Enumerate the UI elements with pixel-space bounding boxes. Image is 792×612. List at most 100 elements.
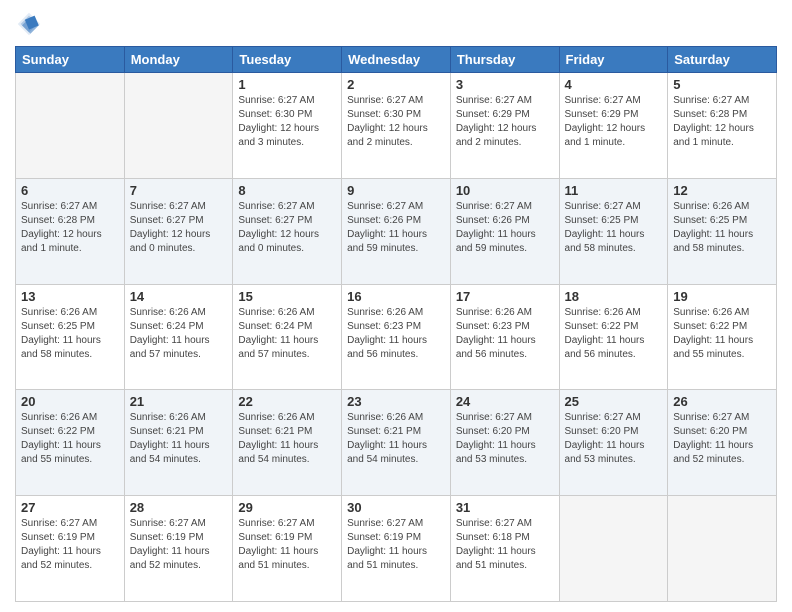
calendar-cell: 8 Sunrise: 6:27 AM Sunset: 6:27 PM Daylig… — [233, 178, 342, 284]
day-info: Sunrise: 6:27 AM Sunset: 6:20 PM Dayligh… — [565, 411, 663, 467]
day-number: 28 — [130, 500, 228, 515]
calendar-cell: 27 Sunrise: 6:27 AM Sunset: 6:19 PM Dayli… — [16, 496, 125, 602]
day-number: 9 — [347, 183, 445, 198]
day-info: Sunrise: 6:26 AM Sunset: 6:23 PM Dayligh… — [456, 306, 554, 362]
day-info: Sunrise: 6:26 AM Sunset: 6:21 PM Dayligh… — [238, 411, 336, 467]
calendar-cell: 17 Sunrise: 6:26 AM Sunset: 6:23 PM Dayli… — [450, 284, 559, 390]
day-number: 3 — [456, 77, 554, 92]
weekday-header-friday: Friday — [559, 47, 668, 73]
weekday-row: SundayMondayTuesdayWednesdayThursdayFrid… — [16, 47, 777, 73]
calendar-cell: 31Sunrise: 6:27 AM Sunset: 6:18 PM Dayli… — [450, 496, 559, 602]
day-number: 18 — [565, 289, 663, 304]
day-info: Sunrise: 6:26 AM Sunset: 6:23 PM Dayligh… — [347, 306, 445, 362]
day-number: 30 — [347, 500, 445, 515]
day-number: 5 — [673, 77, 771, 92]
calendar-week-5: 27 Sunrise: 6:27 AM Sunset: 6:19 PM Dayli… — [16, 496, 777, 602]
calendar-cell: 7 Sunrise: 6:27 AM Sunset: 6:27 PM Daylig… — [124, 178, 233, 284]
day-number: 21 — [130, 394, 228, 409]
day-number: 16 — [347, 289, 445, 304]
calendar-cell: 15Sunrise: 6:26 AM Sunset: 6:24 PM Dayli… — [233, 284, 342, 390]
calendar-cell: 24 Sunrise: 6:27 AM Sunset: 6:20 PM Dayli… — [450, 390, 559, 496]
calendar-cell: 9 Sunrise: 6:27 AM Sunset: 6:26 PM Daylig… — [342, 178, 451, 284]
weekday-header-sunday: Sunday — [16, 47, 125, 73]
calendar-cell: 21 Sunrise: 6:26 AM Sunset: 6:21 PM Dayli… — [124, 390, 233, 496]
day-number: 22 — [238, 394, 336, 409]
day-info: Sunrise: 6:27 AM Sunset: 6:28 PM Dayligh… — [21, 200, 119, 256]
calendar-cell: 1 Sunrise: 6:27 AM Sunset: 6:30 PM Daylig… — [233, 73, 342, 179]
calendar-week-1: 1 Sunrise: 6:27 AM Sunset: 6:30 PM Daylig… — [16, 73, 777, 179]
calendar-cell: 22 Sunrise: 6:26 AM Sunset: 6:21 PM Dayli… — [233, 390, 342, 496]
day-info: Sunrise: 6:27 AM Sunset: 6:20 PM Dayligh… — [456, 411, 554, 467]
day-info: Sunrise: 6:27 AM Sunset: 6:30 PM Dayligh… — [238, 94, 336, 150]
calendar-cell — [559, 496, 668, 602]
calendar-week-4: 20Sunrise: 6:26 AM Sunset: 6:22 PM Dayli… — [16, 390, 777, 496]
calendar-cell: 25Sunrise: 6:27 AM Sunset: 6:20 PM Dayli… — [559, 390, 668, 496]
day-info: Sunrise: 6:26 AM Sunset: 6:24 PM Dayligh… — [130, 306, 228, 362]
day-info: Sunrise: 6:26 AM Sunset: 6:21 PM Dayligh… — [347, 411, 445, 467]
day-info: Sunrise: 6:26 AM Sunset: 6:21 PM Dayligh… — [130, 411, 228, 467]
calendar-cell: 5Sunrise: 6:27 AM Sunset: 6:28 PM Daylig… — [668, 73, 777, 179]
day-number: 4 — [565, 77, 663, 92]
logo — [15, 10, 45, 38]
calendar-cell: 6 Sunrise: 6:27 AM Sunset: 6:28 PM Daylig… — [16, 178, 125, 284]
day-number: 27 — [21, 500, 119, 515]
day-number: 29 — [238, 500, 336, 515]
day-info: Sunrise: 6:27 AM Sunset: 6:29 PM Dayligh… — [565, 94, 663, 150]
weekday-header-thursday: Thursday — [450, 47, 559, 73]
weekday-header-wednesday: Wednesday — [342, 47, 451, 73]
day-info: Sunrise: 6:27 AM Sunset: 6:27 PM Dayligh… — [238, 200, 336, 256]
weekday-header-tuesday: Tuesday — [233, 47, 342, 73]
calendar-cell — [124, 73, 233, 179]
day-info: Sunrise: 6:26 AM Sunset: 6:25 PM Dayligh… — [21, 306, 119, 362]
day-info: Sunrise: 6:27 AM Sunset: 6:26 PM Dayligh… — [456, 200, 554, 256]
day-info: Sunrise: 6:27 AM Sunset: 6:27 PM Dayligh… — [130, 200, 228, 256]
calendar-body: 1 Sunrise: 6:27 AM Sunset: 6:30 PM Daylig… — [16, 73, 777, 602]
calendar-cell: 10 Sunrise: 6:27 AM Sunset: 6:26 PM Dayli… — [450, 178, 559, 284]
day-number: 1 — [238, 77, 336, 92]
day-info: Sunrise: 6:27 AM Sunset: 6:26 PM Dayligh… — [347, 200, 445, 256]
day-number: 7 — [130, 183, 228, 198]
day-number: 12 — [673, 183, 771, 198]
calendar-cell: 13 Sunrise: 6:26 AM Sunset: 6:25 PM Dayli… — [16, 284, 125, 390]
calendar-cell: 18 Sunrise: 6:26 AM Sunset: 6:22 PM Dayli… — [559, 284, 668, 390]
header — [15, 10, 777, 38]
day-info: Sunrise: 6:27 AM Sunset: 6:29 PM Dayligh… — [456, 94, 554, 150]
calendar-cell: 26 Sunrise: 6:27 AM Sunset: 6:20 PM Dayli… — [668, 390, 777, 496]
day-number: 13 — [21, 289, 119, 304]
day-number: 15 — [238, 289, 336, 304]
calendar-cell: 14Sunrise: 6:26 AM Sunset: 6:24 PM Dayli… — [124, 284, 233, 390]
day-info: Sunrise: 6:27 AM Sunset: 6:25 PM Dayligh… — [565, 200, 663, 256]
day-info: Sunrise: 6:27 AM Sunset: 6:30 PM Dayligh… — [347, 94, 445, 150]
calendar-cell: 4 Sunrise: 6:27 AM Sunset: 6:29 PM Daylig… — [559, 73, 668, 179]
day-number: 23 — [347, 394, 445, 409]
day-number: 26 — [673, 394, 771, 409]
day-number: 8 — [238, 183, 336, 198]
day-info: Sunrise: 6:26 AM Sunset: 6:22 PM Dayligh… — [565, 306, 663, 362]
day-number: 31 — [456, 500, 554, 515]
calendar-week-2: 6 Sunrise: 6:27 AM Sunset: 6:28 PM Daylig… — [16, 178, 777, 284]
calendar-header: SundayMondayTuesdayWednesdayThursdayFrid… — [16, 47, 777, 73]
logo-icon — [15, 10, 43, 38]
calendar-cell: 19Sunrise: 6:26 AM Sunset: 6:22 PM Dayli… — [668, 284, 777, 390]
calendar-cell: 20Sunrise: 6:26 AM Sunset: 6:22 PM Dayli… — [16, 390, 125, 496]
day-info: Sunrise: 6:26 AM Sunset: 6:25 PM Dayligh… — [673, 200, 771, 256]
day-number: 17 — [456, 289, 554, 304]
day-info: Sunrise: 6:27 AM Sunset: 6:19 PM Dayligh… — [21, 517, 119, 573]
calendar-cell: 23 Sunrise: 6:26 AM Sunset: 6:21 PM Dayli… — [342, 390, 451, 496]
day-info: Sunrise: 6:26 AM Sunset: 6:22 PM Dayligh… — [673, 306, 771, 362]
calendar-cell: 16 Sunrise: 6:26 AM Sunset: 6:23 PM Dayli… — [342, 284, 451, 390]
day-number: 10 — [456, 183, 554, 198]
day-number: 20 — [21, 394, 119, 409]
day-number: 2 — [347, 77, 445, 92]
page: SundayMondayTuesdayWednesdayThursdayFrid… — [0, 0, 792, 612]
calendar-cell: 30 Sunrise: 6:27 AM Sunset: 6:19 PM Dayli… — [342, 496, 451, 602]
day-number: 6 — [21, 183, 119, 198]
calendar-cell — [16, 73, 125, 179]
calendar-cell — [668, 496, 777, 602]
day-info: Sunrise: 6:27 AM Sunset: 6:20 PM Dayligh… — [673, 411, 771, 467]
day-info: Sunrise: 6:27 AM Sunset: 6:19 PM Dayligh… — [347, 517, 445, 573]
day-info: Sunrise: 6:27 AM Sunset: 6:19 PM Dayligh… — [130, 517, 228, 573]
calendar-week-3: 13 Sunrise: 6:26 AM Sunset: 6:25 PM Dayli… — [16, 284, 777, 390]
calendar-cell: 29Sunrise: 6:27 AM Sunset: 6:19 PM Dayli… — [233, 496, 342, 602]
day-number: 24 — [456, 394, 554, 409]
